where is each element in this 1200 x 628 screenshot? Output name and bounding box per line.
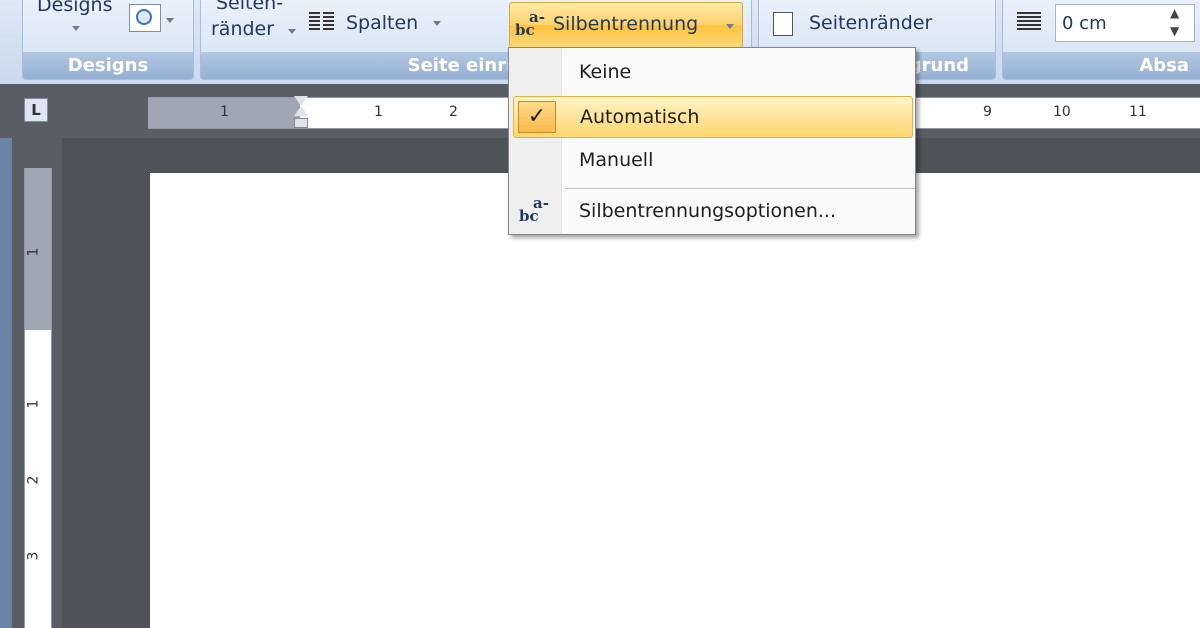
- ruler-tick: 1: [374, 104, 383, 120]
- margins-label-line2[interactable]: ränder: [211, 18, 274, 40]
- hyphenation-menu: Keine ✓ Automatisch Manuell a-bc Silbent…: [508, 47, 916, 235]
- spinner-down-icon[interactable]: ▼: [1170, 24, 1179, 38]
- ruler-tick: 2: [449, 104, 458, 120]
- effects-button[interactable]: [129, 4, 161, 32]
- menu-item-keine[interactable]: Keine: [513, 52, 913, 94]
- indent-left-field[interactable]: 0 cm ▲ ▼: [1055, 4, 1195, 42]
- group-label-paragraph: Absa: [1003, 52, 1200, 79]
- ruler-tick: 1: [25, 247, 42, 257]
- margins-label-line1[interactable]: Seiten-: [216, 0, 283, 14]
- vertical-ruler[interactable]: 1 1 2 3: [24, 168, 52, 628]
- menu-item-automatisch[interactable]: ✓ Automatisch: [513, 96, 913, 138]
- document-page[interactable]: [150, 173, 1200, 628]
- menu-item-label: Manuell: [579, 149, 654, 171]
- ruler-tick: 9: [983, 104, 992, 120]
- ruler-tick: 1: [220, 104, 229, 120]
- check-icon: ✓: [518, 101, 556, 133]
- ruler-tick: 10: [1053, 104, 1071, 120]
- columns-icon: [309, 12, 335, 32]
- window-border: [0, 84, 12, 628]
- ruler-tick: 1: [25, 399, 42, 409]
- indent-left-icon: [1017, 12, 1041, 32]
- ruler-tick: 3: [25, 551, 42, 561]
- chevron-down-icon: [726, 24, 734, 29]
- designs-button-label[interactable]: Designs: [37, 0, 113, 16]
- menu-separator: [565, 188, 915, 189]
- hyphenation-label: Silbentrennung: [553, 13, 699, 35]
- indent-left-value: 0 cm: [1062, 13, 1107, 34]
- tab-selector-button[interactable]: L: [24, 98, 48, 122]
- menu-item-hyphenation-options[interactable]: a-bc Silbentrennungsoptionen...: [513, 191, 913, 233]
- menu-item-label: Keine: [579, 61, 632, 83]
- paragraph-group: 0 cm ▲ ▼ Absa: [1002, 0, 1200, 80]
- hyphenation-button[interactable]: a-bc Silbentrennung: [509, 2, 743, 48]
- designs-group: Designs Designs: [22, 0, 194, 80]
- hyphenation-icon: a-bc: [519, 194, 549, 225]
- spinner-up-icon[interactable]: ▲: [1170, 6, 1179, 20]
- chevron-down-icon[interactable]: [433, 21, 441, 26]
- ruler-tick: 11: [1129, 104, 1147, 120]
- indent-marker[interactable]: [294, 96, 308, 130]
- columns-button[interactable]: Spalten: [346, 12, 418, 34]
- hyphenation-icon: a-bc: [515, 8, 545, 39]
- ruler-tick: 2: [25, 475, 42, 485]
- menu-item-manuell[interactable]: Manuell: [513, 140, 913, 182]
- menu-item-label: Automatisch: [580, 106, 700, 128]
- page-borders-icon: [773, 12, 793, 36]
- effects-icon: [136, 9, 152, 25]
- menu-item-label: Silbentrennungsoptionen...: [579, 200, 837, 222]
- chevron-down-icon[interactable]: [288, 29, 296, 34]
- chevron-down-icon[interactable]: [166, 18, 174, 23]
- chevron-down-icon[interactable]: [72, 26, 80, 31]
- group-label-designs: Designs: [23, 52, 193, 79]
- page-borders-button[interactable]: Seitenränder: [809, 12, 932, 34]
